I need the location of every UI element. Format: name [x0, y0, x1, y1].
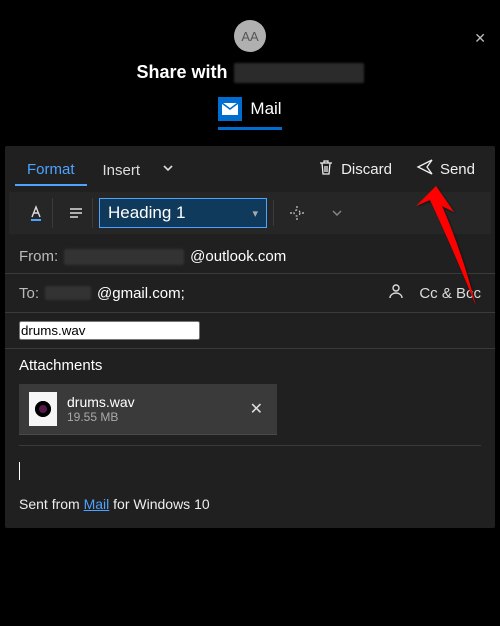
- tab-insert[interactable]: Insert: [91, 154, 153, 185]
- font-color-button[interactable]: [19, 198, 53, 228]
- attachments-heading: Attachments: [5, 349, 495, 378]
- ccbcc-button[interactable]: Cc & Bcc: [419, 285, 481, 302]
- share-label: Share with: [136, 62, 227, 83]
- from-row: From: @outlook.com: [5, 240, 495, 274]
- send-button[interactable]: Send: [406, 152, 485, 186]
- subject-input[interactable]: [19, 321, 200, 340]
- contact-icon[interactable]: [387, 282, 405, 304]
- brightness-button[interactable]: [280, 198, 314, 228]
- mail-icon: [218, 97, 242, 121]
- brightness-dropdown[interactable]: [320, 198, 354, 228]
- compose-panel: Format Insert Discard Send Heading 1 ▾: [5, 146, 495, 528]
- ribbon-tabs: Format Insert Discard Send: [5, 146, 495, 186]
- to-row[interactable]: To: @gmail.com; Cc & Bcc: [5, 274, 495, 313]
- from-label: From:: [19, 248, 58, 265]
- from-user-redacted: [64, 249, 184, 265]
- text-cursor: [19, 462, 20, 480]
- send-icon: [416, 158, 434, 180]
- share-heading: Share with: [0, 62, 500, 83]
- signature-link[interactable]: Mail: [84, 496, 110, 512]
- attachment-remove-button[interactable]: ✕: [246, 395, 267, 423]
- attachment-size: 19.55 MB: [67, 410, 236, 424]
- style-dropdown[interactable]: Heading 1 ▾: [99, 198, 267, 228]
- subject-row[interactable]: [5, 313, 495, 349]
- audio-file-icon: [29, 392, 57, 426]
- from-domain: @outlook.com: [190, 248, 286, 265]
- discard-label: Discard: [341, 161, 392, 178]
- signature-suffix: for Windows 10: [109, 496, 209, 512]
- ribbon-more-button[interactable]: [156, 153, 180, 185]
- chevron-down-icon: ▾: [252, 207, 258, 220]
- to-user-redacted: [45, 286, 91, 300]
- avatar: AA: [234, 20, 266, 52]
- attachment-card[interactable]: drums.wav 19.55 MB ✕: [19, 384, 277, 435]
- message-body[interactable]: [5, 454, 495, 488]
- close-button[interactable]: ✕: [474, 30, 486, 47]
- attachment-name: drums.wav: [67, 394, 236, 410]
- share-recipient-redacted: [234, 63, 364, 83]
- send-label: Send: [440, 161, 475, 178]
- style-dropdown-value: Heading 1: [108, 203, 186, 223]
- paragraph-button[interactable]: [59, 198, 93, 228]
- to-domain: @gmail.com;: [97, 285, 185, 302]
- signature-prefix: Sent from: [19, 496, 84, 512]
- avatar-initials: AA: [241, 29, 258, 44]
- app-tab-label: Mail: [250, 99, 281, 119]
- format-toolbar: Heading 1 ▾: [9, 192, 491, 234]
- tab-format[interactable]: Format: [15, 153, 87, 186]
- app-tab-mail[interactable]: Mail: [218, 97, 281, 130]
- to-label: To:: [19, 285, 39, 302]
- trash-icon: [317, 158, 335, 180]
- discard-button[interactable]: Discard: [307, 152, 402, 186]
- signature: Sent from Mail for Windows 10: [5, 488, 495, 528]
